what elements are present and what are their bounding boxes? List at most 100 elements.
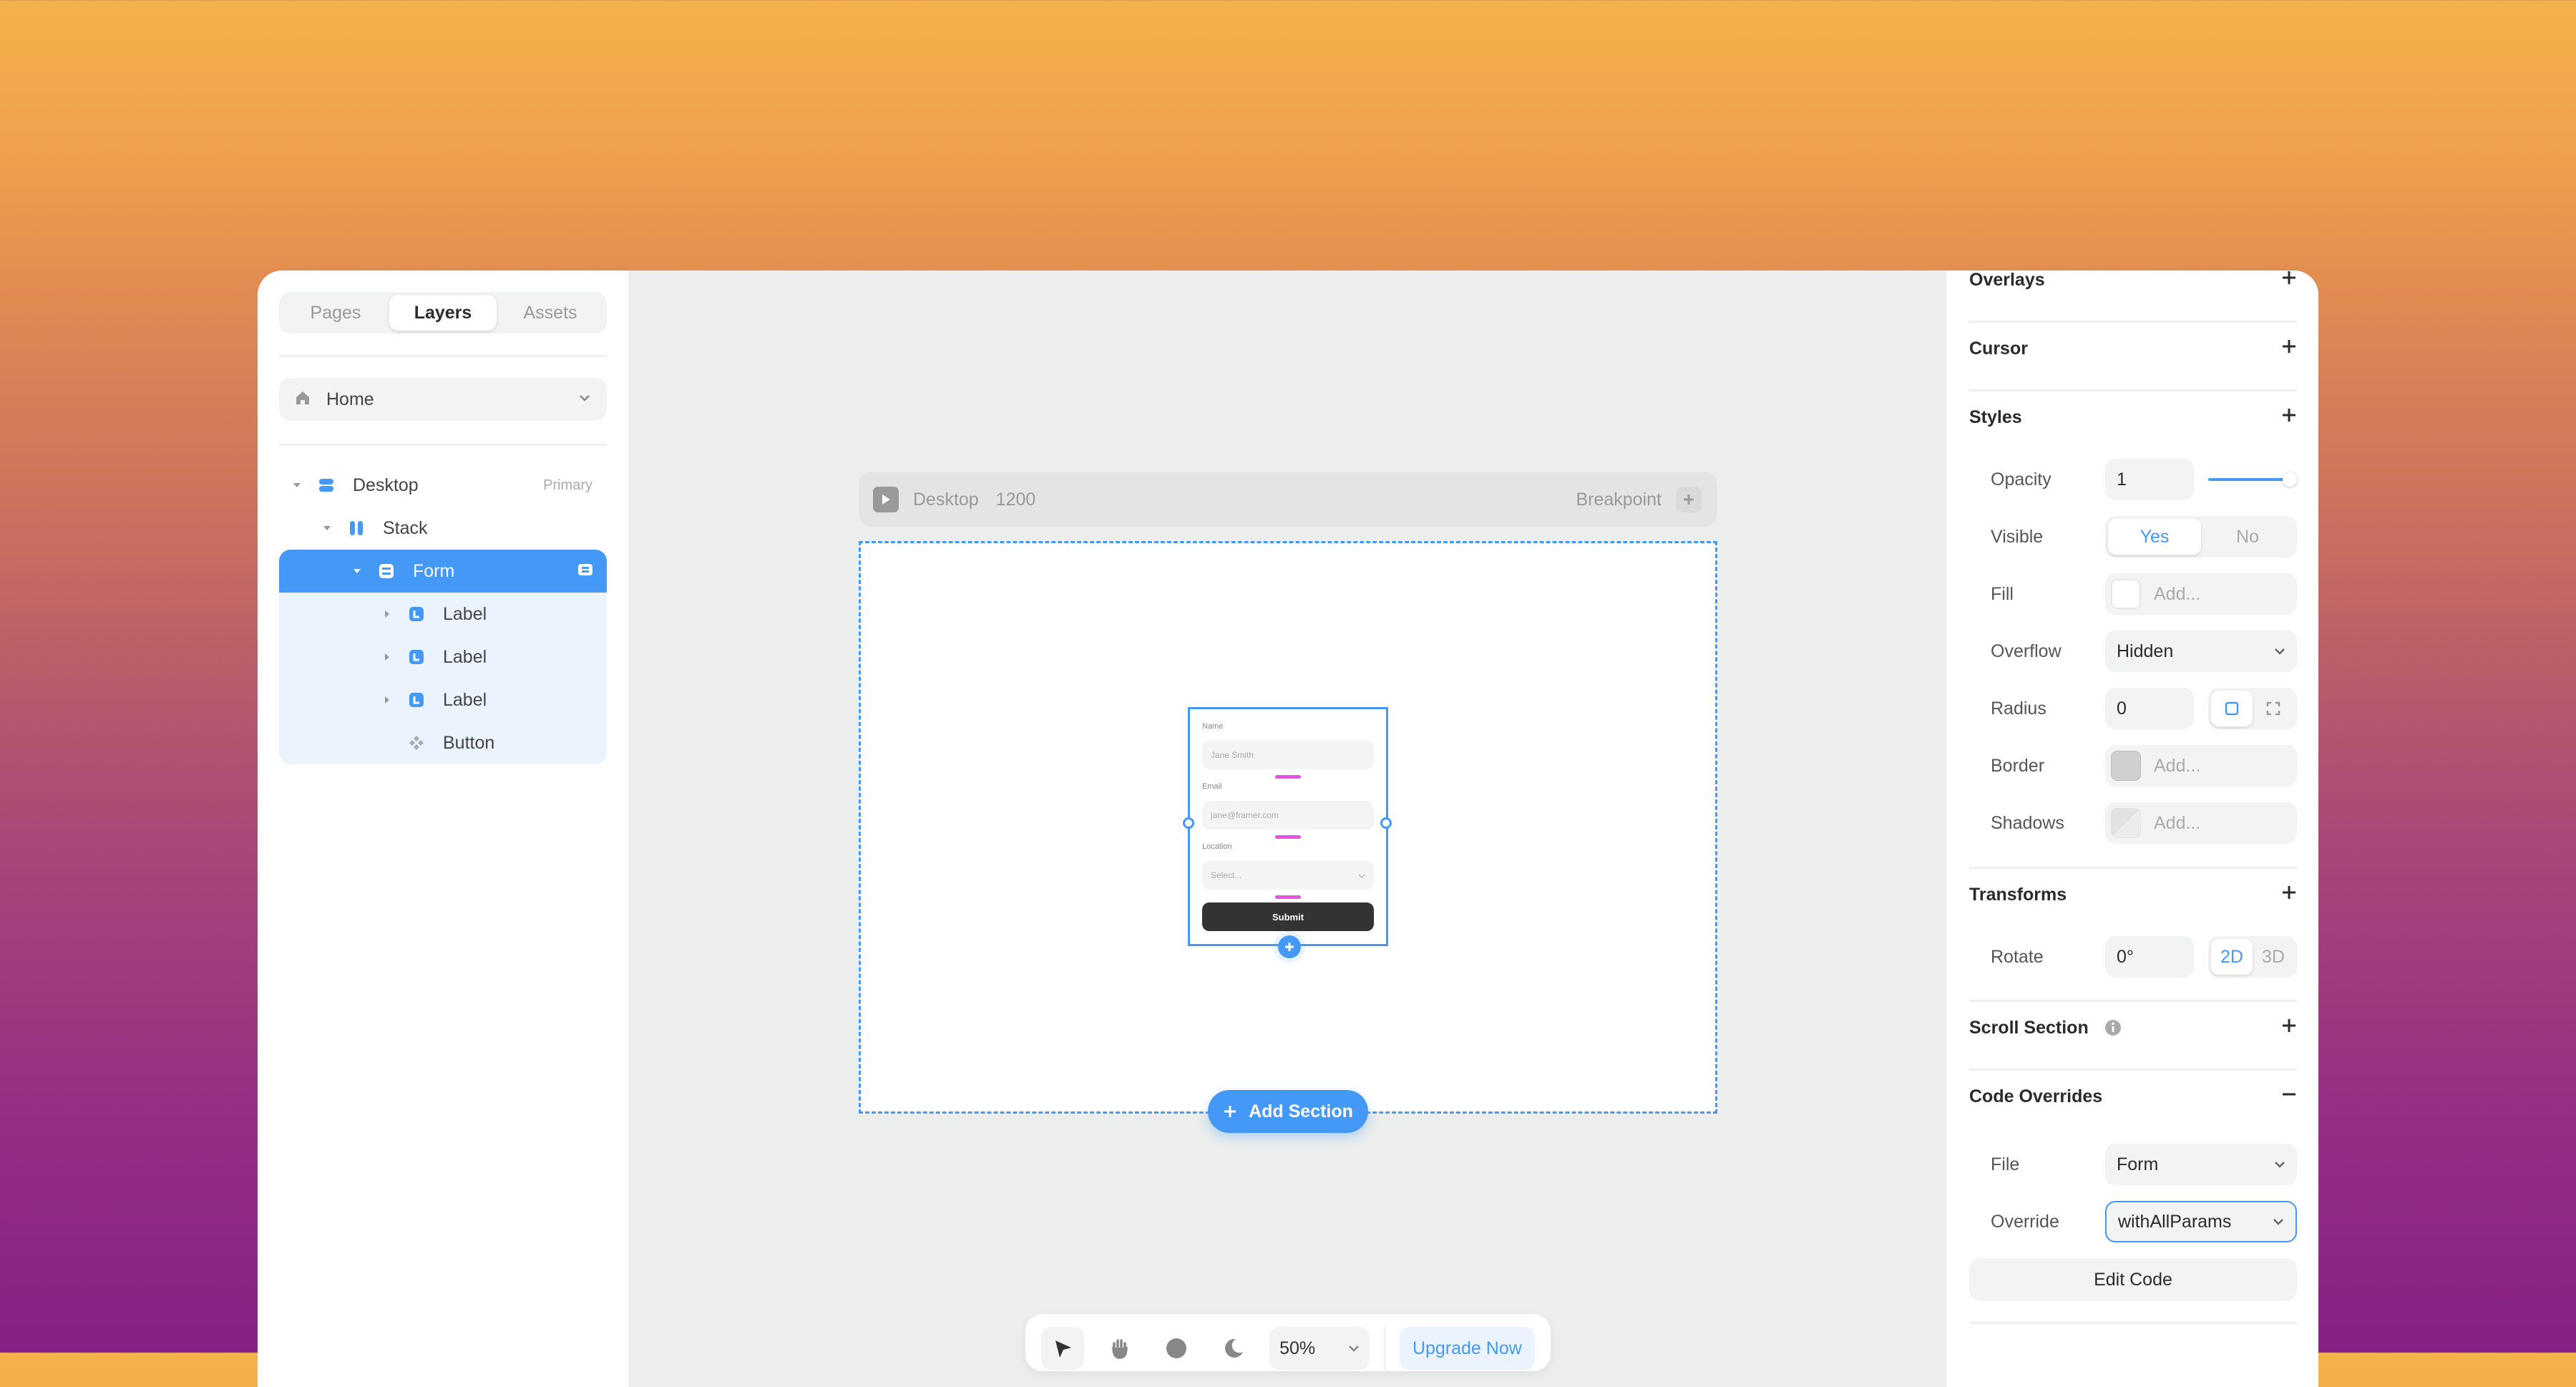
opacity-input[interactable]: 1 xyxy=(2105,459,2194,500)
spacing-guide xyxy=(1275,775,1301,779)
page-selector[interactable]: Home xyxy=(279,378,607,421)
fill-label: Fill xyxy=(1991,583,2014,604)
section-styles: Styles xyxy=(1969,403,2297,432)
cursor-arrow-icon xyxy=(1055,1340,1071,1358)
divider xyxy=(1969,867,2297,869)
section-title: Overlays xyxy=(1969,271,2045,290)
border-input[interactable]: Add... xyxy=(2105,745,2297,787)
add-cursor-button[interactable] xyxy=(2281,339,2297,359)
minus-icon xyxy=(2283,1093,2296,1095)
add-style-button[interactable] xyxy=(2281,407,2297,428)
caret-right-icon[interactable] xyxy=(380,653,394,661)
spacing-guide xyxy=(1275,895,1301,899)
edit-code-button[interactable]: Edit Code xyxy=(1969,1258,2297,1301)
radius-per-corner-option[interactable] xyxy=(2253,691,2294,726)
email-input[interactable]: jane@framer.com xyxy=(1202,801,1374,829)
file-select[interactable]: Form xyxy=(2105,1144,2297,1185)
layer-form[interactable]: Form xyxy=(279,550,607,593)
divider xyxy=(279,355,607,357)
add-breakpoint-button[interactable] xyxy=(1676,487,1702,512)
add-transform-button[interactable] xyxy=(2281,885,2297,905)
caret-right-icon[interactable] xyxy=(380,610,394,618)
section-cursor: Cursor xyxy=(1969,334,2297,363)
section-title: Styles xyxy=(1969,407,2022,427)
layer-label[interactable]: Label xyxy=(279,678,607,721)
label-icon xyxy=(407,648,426,666)
layer-stack[interactable]: Stack xyxy=(279,507,607,550)
fill-placeholder: Add... xyxy=(2154,583,2201,604)
select-tool-button[interactable] xyxy=(1041,1327,1084,1370)
visible-row: Visible Yes No xyxy=(1991,516,2297,558)
caret-down-icon[interactable] xyxy=(320,525,334,531)
fill-swatch[interactable] xyxy=(2111,579,2141,609)
breakpoint-title: Desktop xyxy=(913,489,979,510)
layer-label[interactable]: Label xyxy=(279,636,607,678)
section-transforms: Transforms xyxy=(1969,880,2297,909)
name-input[interactable]: Jane Smith xyxy=(1202,741,1374,769)
selected-layer-group: Form Label Label Label Button xyxy=(279,550,607,764)
tab-assets[interactable]: Assets xyxy=(497,295,604,331)
opacity-slider[interactable] xyxy=(2208,472,2297,487)
divider xyxy=(1969,1322,2297,1324)
radius-uniform-option[interactable] xyxy=(2211,691,2253,726)
upgrade-now-button[interactable]: Upgrade Now xyxy=(1399,1327,1536,1370)
visible-no-option[interactable]: No xyxy=(2201,519,2294,555)
resize-handle-left[interactable] xyxy=(1183,817,1194,829)
hand-tool-button[interactable] xyxy=(1098,1327,1141,1370)
rotate-mode-toggle: 2D 3D xyxy=(2208,936,2297,978)
plus-icon xyxy=(2283,408,2296,422)
layer-label[interactable]: Label xyxy=(279,593,607,636)
layer-desktop[interactable]: Desktop Primary xyxy=(279,464,607,507)
add-child-button[interactable] xyxy=(1278,935,1301,958)
overflow-label: Overflow xyxy=(1991,641,2062,661)
play-preview-icon[interactable] xyxy=(873,487,899,512)
square-icon xyxy=(2225,701,2239,716)
zoom-select[interactable]: 50% xyxy=(1269,1327,1370,1370)
caret-down-icon[interactable] xyxy=(350,568,364,574)
field-label: Email xyxy=(1202,782,1222,791)
layer-button[interactable]: Button xyxy=(279,721,607,764)
add-section-button[interactable]: Add Section xyxy=(1208,1090,1368,1133)
caret-down-icon[interactable] xyxy=(290,482,304,488)
shadows-input[interactable]: Add... xyxy=(2105,802,2297,844)
form-preview[interactable]: Name Jane Smith Email jane@framer.com Lo… xyxy=(1183,707,1392,958)
add-overlay-button[interactable] xyxy=(2281,271,2297,291)
collapse-code-overrides-button[interactable] xyxy=(2281,1086,2297,1107)
override-select[interactable]: withAllParams xyxy=(2105,1201,2297,1242)
location-select[interactable]: Select... xyxy=(1202,861,1374,890)
component-icon xyxy=(407,734,426,752)
fill-input[interactable]: Add... xyxy=(2105,573,2297,615)
home-icon xyxy=(295,390,311,409)
opacity-slider-thumb[interactable] xyxy=(2283,472,2297,487)
fill-row: Fill Add... xyxy=(1991,573,2297,615)
layer-name: Label xyxy=(443,603,487,624)
shadows-swatch[interactable] xyxy=(2111,808,2141,838)
tab-layers[interactable]: Layers xyxy=(389,295,497,331)
divider xyxy=(1969,1000,2297,1002)
chevron-down-icon xyxy=(2273,1219,2283,1225)
overflow-row: Overflow Hidden xyxy=(1991,631,2297,672)
tab-pages[interactable]: Pages xyxy=(282,295,389,331)
left-sidebar: Pages Layers Assets Home Desktop Primary xyxy=(258,271,628,1387)
dark-mode-button[interactable] xyxy=(1212,1327,1255,1370)
preview-mode-button[interactable] xyxy=(1156,1327,1199,1370)
resize-handle-right[interactable] xyxy=(1380,817,1392,829)
submit-button[interactable]: Submit xyxy=(1202,902,1374,931)
caret-right-icon[interactable] xyxy=(380,696,394,704)
layer-name: Form xyxy=(413,560,455,581)
add-scroll-section-button[interactable] xyxy=(2281,1018,2297,1038)
overflow-select[interactable]: Hidden xyxy=(2105,631,2297,672)
info-icon[interactable] xyxy=(2104,1019,2122,1036)
rotate-2d-option[interactable]: 2D xyxy=(2211,939,2253,975)
visible-yes-option[interactable]: Yes xyxy=(2108,519,2201,555)
opacity-row: Opacity 1 xyxy=(1991,459,2297,500)
add-breakpoint-label[interactable]: Breakpoint xyxy=(1576,490,1662,510)
layer-name: Button xyxy=(443,732,495,753)
rotate-input[interactable]: 0° xyxy=(2105,936,2194,978)
rotate-3d-option[interactable]: 3D xyxy=(2253,939,2294,975)
plus-icon xyxy=(2283,1018,2296,1032)
radius-input[interactable]: 0 xyxy=(2105,688,2194,729)
border-swatch[interactable] xyxy=(2111,751,2141,781)
section-title: Transforms xyxy=(1969,884,2067,905)
app-window: Pages Layers Assets Home Desktop Primary xyxy=(258,271,2318,1387)
